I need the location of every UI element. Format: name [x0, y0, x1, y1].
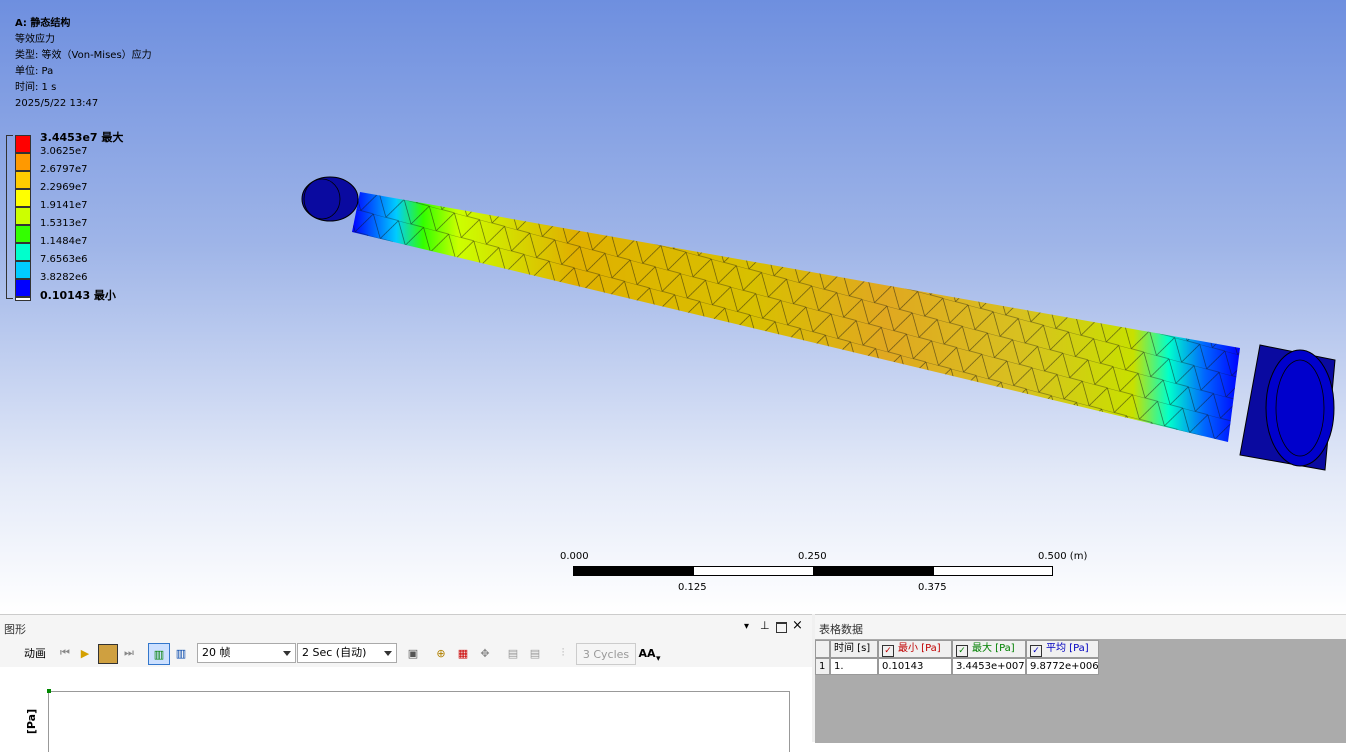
scale-label: 0.125 [678, 582, 707, 593]
graphics-viewport[interactable]: A: 静态结构 等效应力 类型: 等效（Von-Mises）应力 单位: Pa … [0, 0, 1346, 614]
graph-y-axis-label: [Pa] [25, 708, 39, 735]
scale-label: 0.375 [918, 582, 947, 593]
table-cell[interactable]: 1. [830, 658, 878, 675]
scale-segment [933, 566, 1053, 576]
graph-point [47, 689, 51, 693]
table-header[interactable]: ✓ 最大 [Pa] [952, 640, 1026, 658]
table-header-label: 最大 [Pa] [972, 643, 1015, 654]
checkbox[interactable]: ✓ [882, 645, 894, 657]
close-icon[interactable]: × [792, 618, 803, 633]
result-sets-icon[interactable]: ▥ [172, 643, 190, 663]
checkbox[interactable]: ✓ [1030, 645, 1042, 657]
pan-icon[interactable]: ✥ [476, 643, 494, 663]
scale-label: 0.000 [560, 551, 589, 562]
frames-select[interactable]: 20 帧 [197, 643, 296, 663]
right-spline [1239, 344, 1336, 471]
table-panel: 表格数据 时间 [s] ✓ 最小 [Pa] ✓ 最大 [Pa] ✓ 平均 [Pa] 1… [815, 614, 1346, 743]
data-table[interactable]: 时间 [s] ✓ 最小 [Pa] ✓ 最大 [Pa] ✓ 平均 [Pa] 1 1. 0… [815, 639, 1346, 743]
graph-area[interactable]: [Pa] [0, 667, 812, 752]
distributed-frames-icon[interactable]: ▥ [148, 643, 170, 665]
scale-segment [693, 566, 814, 576]
scale-bar: 0.000 0.250 0.500 (m) 0.125 0.375 [560, 550, 1100, 600]
graph-options-icon[interactable]: ▤ [504, 643, 522, 663]
play-icon[interactable]: ▶ [78, 643, 92, 663]
table-header[interactable]: ✓ 最小 [Pa] [878, 640, 952, 658]
chevron-down-icon[interactable]: ▾ [656, 649, 661, 669]
table-cell[interactable]: 0.10143 [878, 658, 952, 675]
scale-label: 0.250 [798, 551, 827, 562]
cycles-icon[interactable]: ⫶ [554, 643, 572, 663]
scale-segment [813, 566, 934, 576]
table-options-icon[interactable]: ▤ [526, 643, 544, 663]
maximize-icon[interactable] [776, 622, 787, 633]
shaft-body [352, 192, 1240, 442]
table-corner [815, 640, 830, 658]
row-index: 1 [815, 658, 830, 675]
table-panel-title: 表格数据 [819, 623, 863, 636]
table-header-label: 平均 [Pa] [1046, 643, 1089, 654]
scale-segment [573, 566, 694, 576]
animation-toolbar: 动画 ⏮ ▶ ⏭ ▥ ▥ 20 帧 2 Sec (自动) ▣ ⊕ ▦ ✥ ▤ ▤… [0, 641, 812, 667]
bottom-panels: 图形 ▾ ⊥ × 动画 ⏮ ▶ ⏭ ▥ ▥ 20 帧 2 Sec (自动) ▣ … [0, 614, 1346, 752]
next-frame-icon[interactable]: ⏭ [122, 643, 136, 663]
left-spline [301, 176, 359, 222]
checkbox[interactable]: ✓ [956, 645, 968, 657]
stop-icon[interactable] [98, 644, 118, 664]
export-video-icon[interactable]: ▣ [404, 643, 422, 663]
graph-panel: 图形 ▾ ⊥ × 动画 ⏮ ▶ ⏭ ▥ ▥ 20 帧 2 Sec (自动) ▣ … [0, 614, 812, 752]
animation-label: 动画 [24, 647, 46, 660]
table-header[interactable]: ✓ 平均 [Pa] [1026, 640, 1099, 658]
cycles-field[interactable]: 3 Cycles [576, 643, 636, 665]
graph-panel-title: 图形 [4, 623, 26, 636]
shaft-model[interactable] [0, 0, 1346, 614]
panel-dropdown-icon[interactable]: ▾ [744, 621, 749, 632]
pin-icon[interactable]: ⊥ [760, 619, 770, 632]
chevron-down-icon [384, 651, 392, 656]
table-cell[interactable]: 3.4453e+007 [952, 658, 1026, 675]
zoom-icon[interactable]: ⊕ [432, 643, 450, 663]
duration-select[interactable]: 2 Sec (自动) [297, 643, 397, 663]
scale-label: 0.500 (m) [1038, 551, 1088, 562]
duration-select-value: 2 Sec (自动) [302, 646, 367, 659]
graph-plot-frame [48, 691, 790, 752]
color-bands-icon[interactable]: ▦ [454, 643, 472, 663]
table-header-label: 最小 [Pa] [898, 643, 941, 654]
antialias-button[interactable]: AA [638, 643, 656, 663]
table-cell[interactable]: 9.8772e+006 [1026, 658, 1099, 675]
previous-frame-icon[interactable]: ⏮ [58, 643, 72, 663]
frames-select-value: 20 帧 [202, 646, 231, 659]
chevron-down-icon [283, 651, 291, 656]
table-header[interactable]: 时间 [s] [830, 640, 878, 658]
